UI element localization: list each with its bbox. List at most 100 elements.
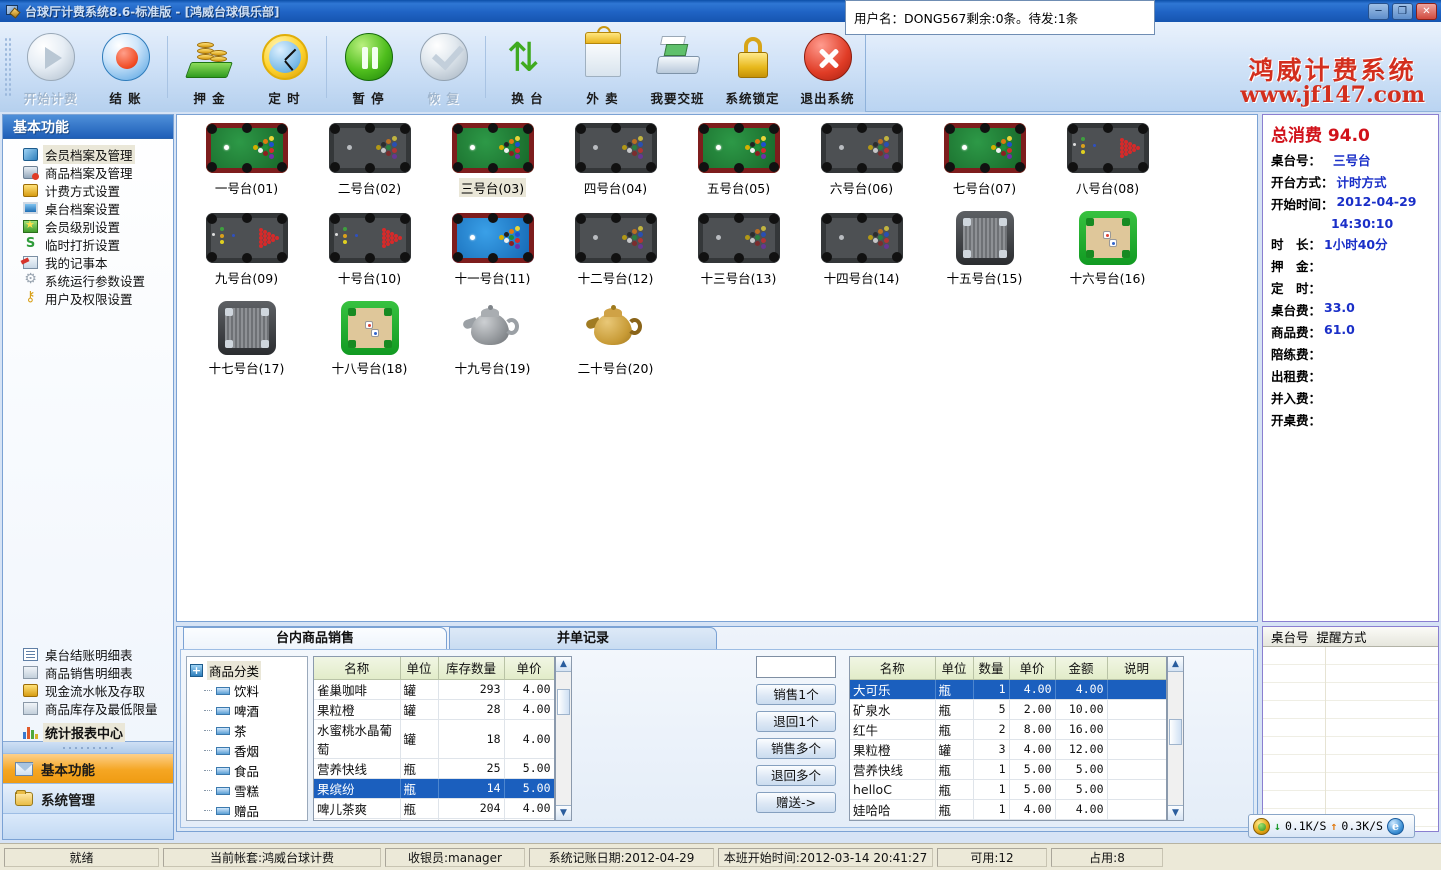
- action-button-2[interactable]: 退回1个: [756, 711, 836, 732]
- table-item-9[interactable]: 九号台(09): [185, 211, 308, 301]
- sidebar-report-item-1[interactable]: 商品销售明细表: [3, 663, 173, 681]
- sidebar-item-1[interactable]: 商品档案及管理: [3, 163, 173, 181]
- column-header-3[interactable]: 数量: [973, 657, 1010, 680]
- table-item-14[interactable]: 十四号台(14): [800, 211, 923, 301]
- table-item-19[interactable]: 十九号台(19): [431, 301, 554, 391]
- sidebar-item-3[interactable]: 桌台档案设置: [3, 199, 173, 217]
- sales-scroll-thumb[interactable]: [1169, 719, 1182, 745]
- sidebar-report-item-2[interactable]: 现金流水帐及存取: [3, 681, 173, 699]
- network-monitor-icon[interactable]: [1253, 817, 1270, 835]
- sales-table-row[interactable]: 矿泉水瓶 5 2.00 10.00: [850, 699, 1166, 720]
- table-item-10[interactable]: 十号台(10): [308, 211, 431, 301]
- tab-merge-records[interactable]: 并单记录: [449, 627, 717, 649]
- action-button-5[interactable]: 赠送->: [756, 792, 836, 813]
- action-button-1[interactable]: 销售1个: [756, 684, 836, 705]
- table-item-17[interactable]: 十七号台(17): [185, 301, 308, 391]
- column-header-2[interactable]: 单位: [400, 657, 439, 680]
- column-header-1[interactable]: 名称: [314, 657, 401, 680]
- stock-grid[interactable]: 名称 单位 库存数量 单价 雀巢咖啡罐 293 4.00 果粒橙罐 28 4.00 水蜜桃水晶葡萄…: [313, 656, 555, 821]
- toolbar-button-8[interactable]: 外 卖: [565, 24, 640, 110]
- stock-table-row[interactable]: helloC瓶285.00: [314, 818, 554, 820]
- action-button-4[interactable]: 退回多个: [756, 765, 836, 786]
- sidebar-item-6[interactable]: 我的记事本: [3, 253, 173, 271]
- table-item-5[interactable]: 五号台(05): [677, 121, 800, 211]
- column-header-3[interactable]: 库存数量: [438, 657, 505, 680]
- maximize-button[interactable]: ❐: [1392, 3, 1413, 20]
- sidebar-report-item-3[interactable]: 商品库存及最低限量: [3, 699, 173, 717]
- action-button-3[interactable]: 销售多个: [756, 738, 836, 759]
- sales-scroll-down-arrow[interactable]: ▼: [1168, 805, 1183, 820]
- column-header-1[interactable]: 名称: [850, 657, 936, 680]
- tree-root-node[interactable]: + 商品分类: [190, 661, 307, 680]
- tree-child-3[interactable]: 茶: [204, 721, 307, 740]
- table-item-1[interactable]: 一号台(01): [185, 121, 308, 211]
- sidebar-item-0[interactable]: 会员档案及管理: [3, 144, 173, 164]
- sales-grid[interactable]: 名称 单位 数量 单价 金额 说明 大可乐瓶 1 4.00 4.00 矿泉水瓶 5 2.00 10.00…: [849, 656, 1167, 821]
- table-item-18[interactable]: 十八号台(18): [308, 301, 431, 391]
- stock-table-row[interactable]: 营养快线瓶 25 5.00: [314, 758, 554, 779]
- sidebar-splitter[interactable]: [3, 741, 173, 753]
- tree-child-2[interactable]: 啤酒: [204, 701, 307, 720]
- column-header-5[interactable]: 金额: [1055, 657, 1108, 680]
- sales-table-row[interactable]: 果缤纷瓶15.005.00: [850, 819, 1166, 820]
- browser-icon[interactable]: e: [1386, 817, 1404, 835]
- sales-table-row[interactable]: 营养快线瓶 1 5.00 5.00: [850, 759, 1166, 780]
- table-item-3[interactable]: 三号台(03): [431, 121, 554, 211]
- table-item-11[interactable]: 十一号台(11): [431, 211, 554, 301]
- toolbar-button-11[interactable]: 退出系统: [790, 24, 865, 110]
- sidebar-report-item-0[interactable]: 桌台结账明细表: [3, 645, 173, 663]
- sidebar-tab-1[interactable]: 基本功能: [3, 753, 173, 783]
- toolbar-button-7[interactable]: ⇅ 换 台: [490, 24, 565, 110]
- tab-in-table-sales[interactable]: 台内商品销售: [183, 627, 447, 649]
- close-button[interactable]: ✕: [1416, 3, 1437, 20]
- tree-child-4[interactable]: 香烟: [204, 741, 307, 760]
- table-item-16[interactable]: 十六号台(16): [1046, 211, 1169, 301]
- column-header-4[interactable]: 单价: [1009, 657, 1056, 680]
- table-item-20[interactable]: 二十号台(20): [554, 301, 677, 391]
- toolbar-button-9[interactable]: 我要交班: [640, 24, 715, 110]
- toolbar-button-10[interactable]: 系统锁定: [715, 24, 790, 110]
- tree-child-7[interactable]: 赠品: [204, 801, 307, 820]
- sales-table-row[interactable]: 娃哈哈瓶 1 4.00 4.00: [850, 799, 1166, 820]
- table-item-4[interactable]: 四号台(04): [554, 121, 677, 211]
- stock-table-row[interactable]: 果缤纷瓶 14 5.00: [314, 778, 554, 799]
- scroll-down-arrow[interactable]: ▼: [556, 805, 571, 820]
- stock-grid-scrollbar[interactable]: ▲ ▼: [555, 656, 572, 821]
- stock-table-row[interactable]: 果粒橙罐 28 4.00: [314, 699, 554, 720]
- sidebar-item-7[interactable]: ⚙ 系统运行参数设置: [3, 271, 173, 289]
- column-header-6[interactable]: 说明: [1107, 657, 1166, 680]
- toolbar-button-5[interactable]: 暂 停: [331, 24, 406, 110]
- sales-table-row[interactable]: 大可乐瓶 1 4.00 4.00: [850, 679, 1166, 700]
- minimize-button[interactable]: ─: [1368, 3, 1389, 20]
- sidebar-report-item-4[interactable]: 统计报表中心: [3, 722, 173, 742]
- table-item-8[interactable]: 八号台(08): [1046, 121, 1169, 211]
- toolbar-button-4[interactable]: 定 时: [247, 24, 322, 110]
- toolbar-grip[interactable]: [4, 37, 13, 97]
- expand-icon[interactable]: +: [190, 664, 203, 677]
- table-item-6[interactable]: 六号台(06): [800, 121, 923, 211]
- sales-table-row[interactable]: 果粒橙罐 3 4.00 12.00: [850, 739, 1166, 760]
- toolbar-button-2[interactable]: 结 账: [88, 24, 163, 110]
- sales-table-row[interactable]: helloC 瓶 1 5.00 5.00: [850, 779, 1166, 800]
- sidebar-item-5[interactable]: S 临时打折设置: [3, 235, 173, 253]
- table-item-15[interactable]: 十五号台(15): [923, 211, 1046, 301]
- table-item-12[interactable]: 十二号台(12): [554, 211, 677, 301]
- table-item-2[interactable]: 二号台(02): [308, 121, 431, 211]
- sidebar-item-8[interactable]: ⚷ 用户及权限设置: [3, 289, 173, 307]
- tree-child-6[interactable]: 雪糕: [204, 781, 307, 800]
- table-item-13[interactable]: 十三号台(13): [677, 211, 800, 301]
- column-header-4[interactable]: 单价: [504, 657, 554, 680]
- stock-table-row[interactable]: 水蜜桃水晶葡萄罐 18 4.00: [314, 719, 554, 759]
- tree-child-1[interactable]: 饮料: [204, 681, 307, 700]
- sales-grid-scrollbar[interactable]: ▲ ▼: [1167, 656, 1184, 821]
- scroll-thumb[interactable]: [557, 689, 570, 715]
- tree-child-5[interactable]: 食品: [204, 761, 307, 780]
- sidebar-tab-2[interactable]: 系统管理: [3, 783, 173, 813]
- category-tree[interactable]: + 商品分类 饮料 啤酒茶香烟 食品 雪糕 赠品: [186, 656, 308, 821]
- scroll-up-arrow[interactable]: ▲: [556, 657, 571, 672]
- sales-table-row[interactable]: 红牛瓶 2 8.00 16.00: [850, 719, 1166, 740]
- table-item-7[interactable]: 七号台(07): [923, 121, 1046, 211]
- search-input[interactable]: [756, 656, 836, 678]
- sales-scroll-up-arrow[interactable]: ▲: [1168, 657, 1183, 672]
- toolbar-button-3[interactable]: 押 金: [172, 24, 247, 110]
